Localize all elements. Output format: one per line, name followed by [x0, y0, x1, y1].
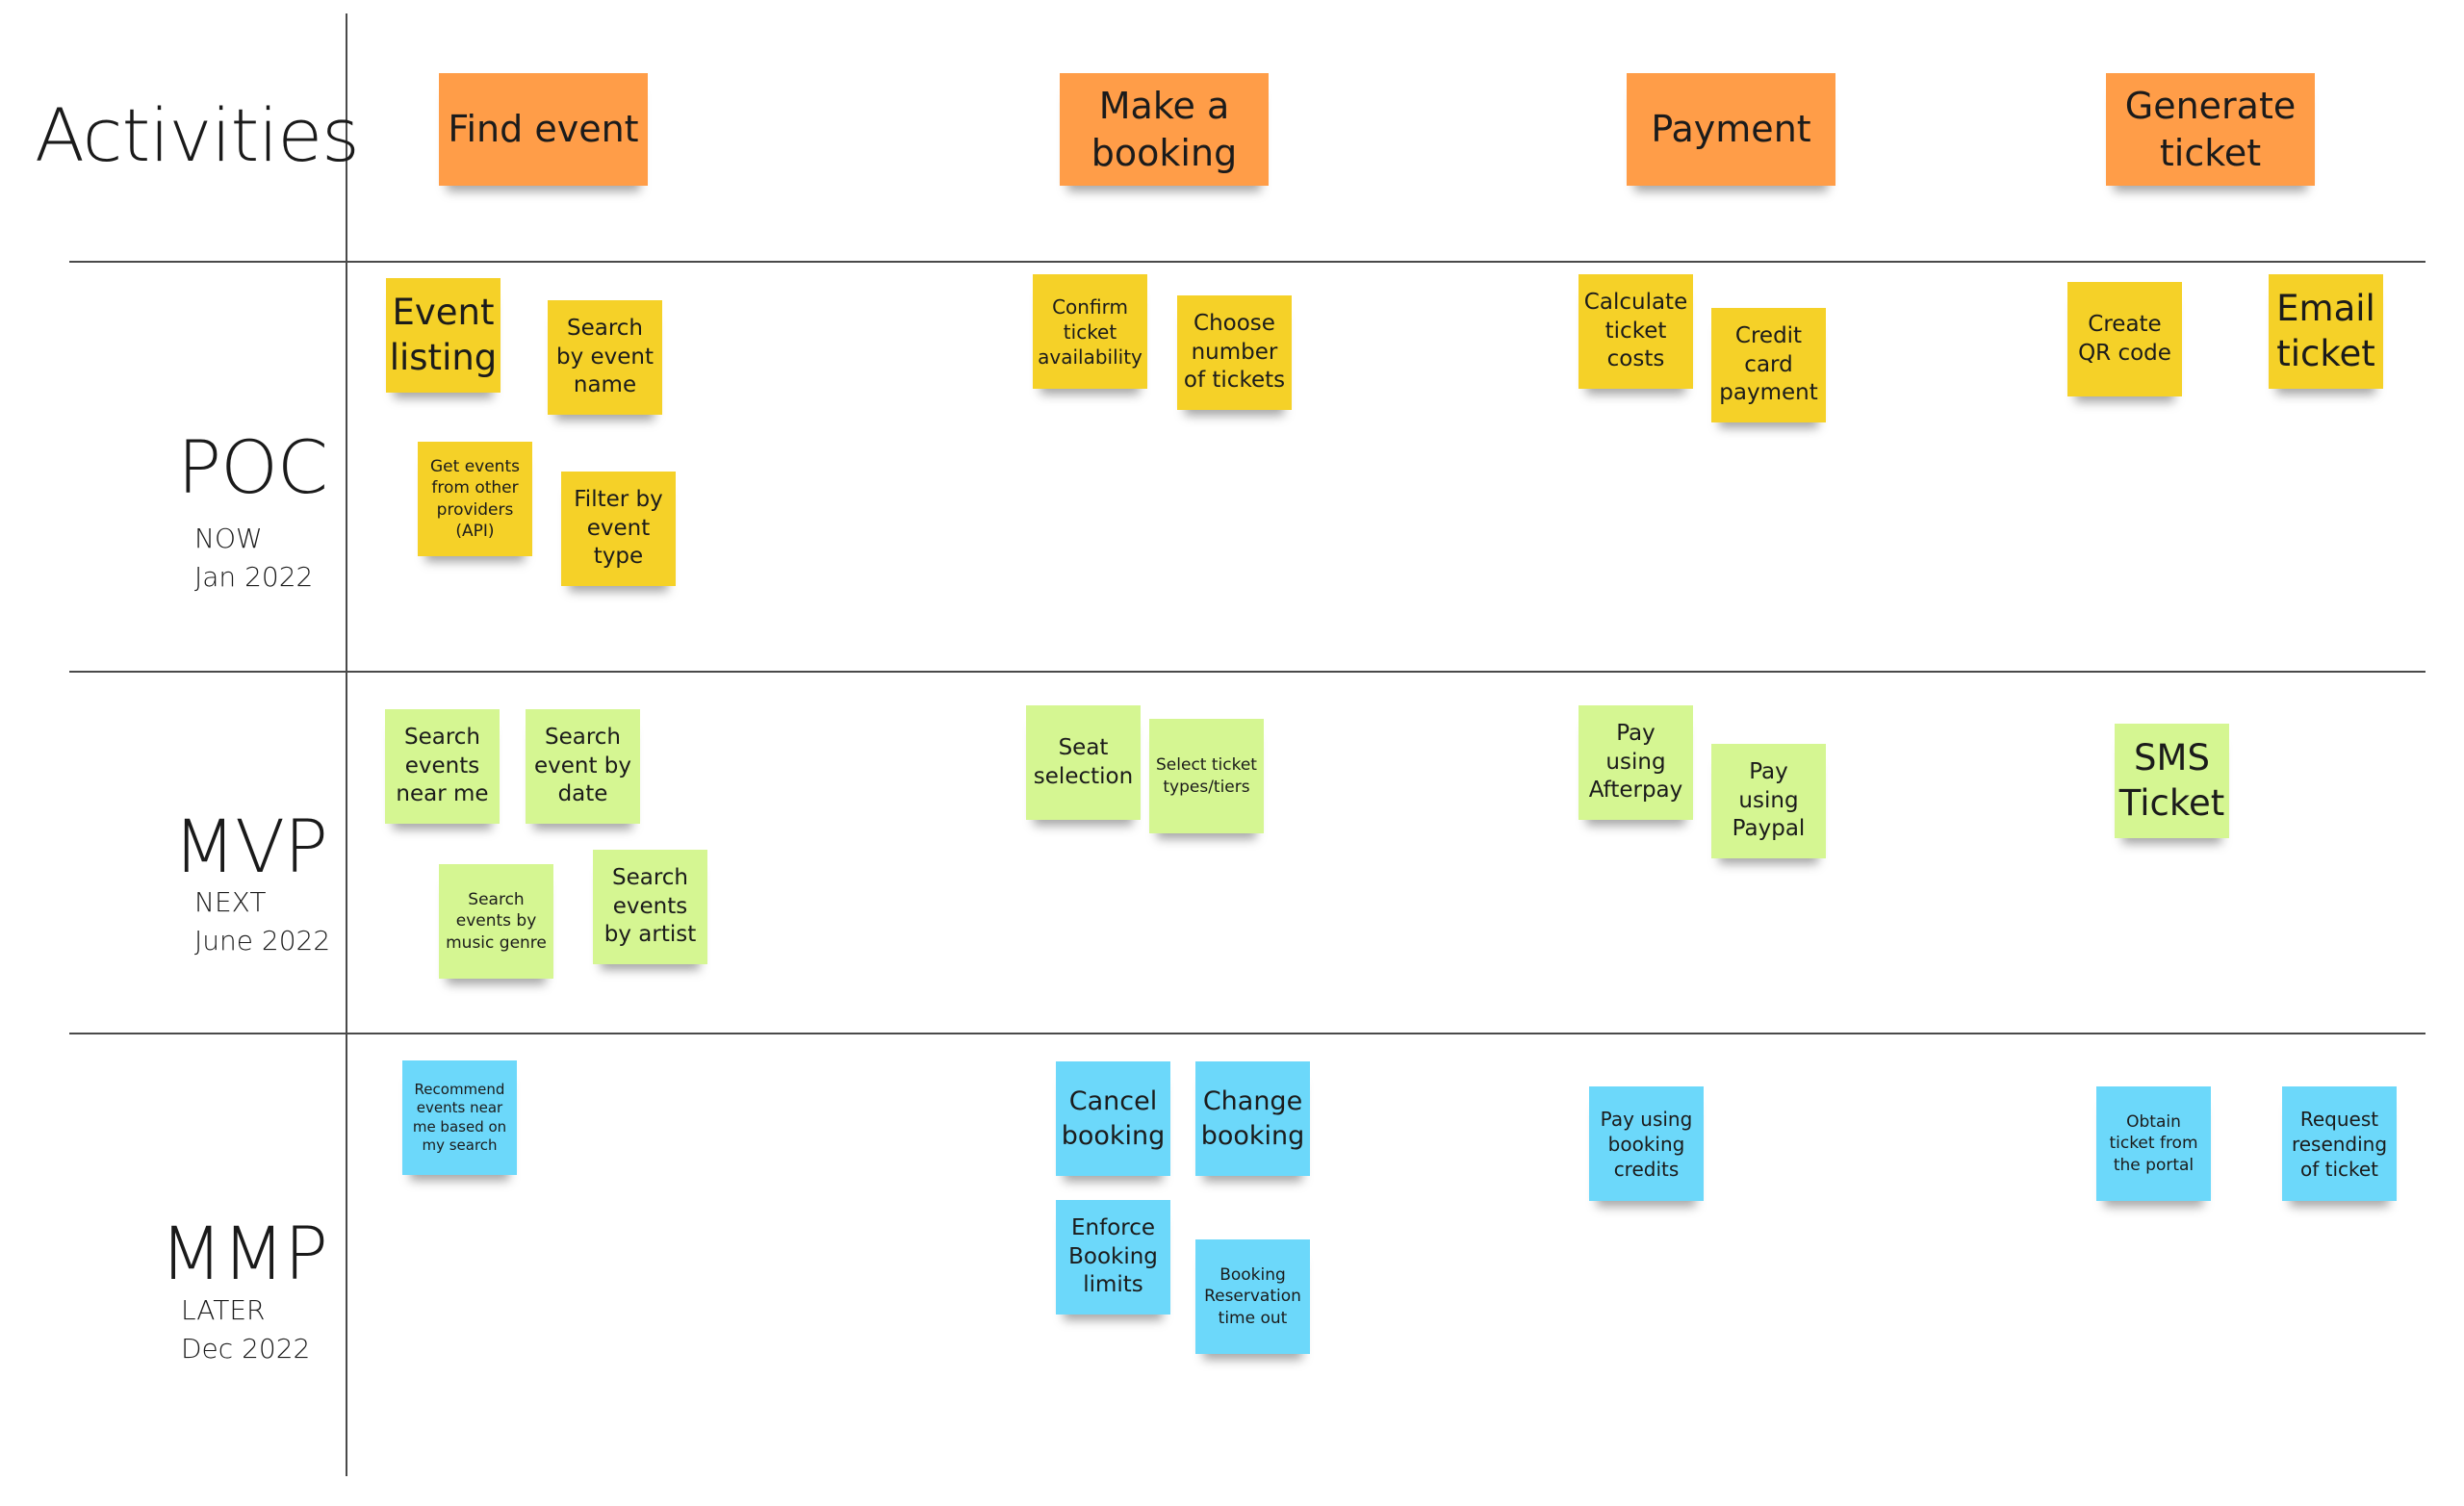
sticky-text: Request resending of ticket [2291, 1107, 2388, 1181]
sticky-text: Calculate ticket costs [1583, 289, 1688, 372]
poc-sticky-email-ticket[interactable]: Email ticket [2269, 274, 2383, 389]
sticky-text: Event listing [389, 292, 498, 378]
sticky-text: Booking Reservation time out [1204, 1265, 1301, 1328]
activities-row-label: Activities [35, 92, 360, 178]
sticky-text: Seat selection [1033, 734, 1134, 789]
poc-sticky-filter-by-type[interactable]: Filter by event type [561, 472, 676, 586]
mvp-sticky-search-by-genre[interactable]: Search events by music genre [439, 864, 553, 979]
activity-sticky-generate-ticket[interactable]: Generate ticket [2106, 73, 2315, 186]
mvp-sticky-afterpay[interactable]: Pay using Afterpay [1578, 705, 1693, 820]
row-divider-mvp [69, 1033, 2426, 1034]
release-when-poc: NOW [194, 523, 263, 554]
activity-sticky-find-event[interactable]: Find event [439, 73, 648, 186]
poc-sticky-calculate-costs[interactable]: Calculate ticket costs [1578, 274, 1693, 389]
mmp-sticky-change-booking[interactable]: Change booking [1195, 1061, 1310, 1176]
sticky-text: SMS Ticket [2118, 737, 2225, 824]
sticky-text: Confirm ticket availability [1038, 294, 1142, 369]
poc-sticky-search-by-name[interactable]: Search by event name [548, 300, 662, 415]
sticky-text: Change booking [1200, 1086, 1305, 1151]
row-divider-activities [69, 261, 2426, 263]
mvp-sticky-ticket-tiers[interactable]: Select ticket types/tiers [1149, 719, 1264, 833]
mmp-sticky-request-resend[interactable]: Request resending of ticket [2282, 1086, 2397, 1201]
sticky-text: Create QR code [2078, 311, 2171, 366]
sticky-text: Search events near me [396, 724, 489, 807]
release-label-mmp: MMP [160, 1211, 328, 1296]
sticky-text: Select ticket types/tiers [1156, 755, 1257, 797]
sticky-text: Email ticket [2276, 288, 2375, 374]
mmp-sticky-obtain-from-portal[interactable]: Obtain ticket from the portal [2096, 1086, 2211, 1201]
sticky-text: Payment [1651, 108, 1811, 151]
poc-sticky-confirm-availability[interactable]: Confirm ticket availability [1033, 274, 1147, 389]
row-divider-poc [69, 671, 2426, 673]
sticky-text: Enforce Booking limits [1068, 1214, 1158, 1298]
sticky-text: Pay using booking credits [1600, 1107, 1693, 1181]
release-when-mvp: NEXT [194, 886, 267, 918]
mmp-sticky-cancel-booking[interactable]: Cancel booking [1056, 1061, 1170, 1176]
sticky-text: Find event [448, 108, 639, 151]
release-label-poc: POC [177, 424, 328, 510]
sticky-text: Make a booking [1091, 84, 1238, 174]
sticky-text: Credit card payment [1719, 322, 1818, 406]
release-when-mmp: LATER [181, 1294, 266, 1326]
mvp-sticky-search-near-me[interactable]: Search events near me [385, 709, 500, 824]
mvp-sticky-paypal[interactable]: Pay using Paypal [1711, 744, 1826, 858]
release-date-mmp: Dec 2022 [181, 1333, 311, 1365]
sticky-text: Search events by artist [603, 864, 697, 948]
column-divider [346, 13, 347, 1476]
mmp-sticky-enforce-limits[interactable]: Enforce Booking limits [1056, 1200, 1170, 1315]
poc-sticky-get-events-api[interactable]: Get events from other providers (API) [418, 442, 532, 556]
activity-sticky-payment[interactable]: Payment [1627, 73, 1835, 186]
sticky-text: Search events by music genre [446, 890, 547, 953]
mvp-sticky-seat-selection[interactable]: Seat selection [1026, 705, 1141, 820]
sticky-text: Choose number of tickets [1183, 310, 1286, 394]
sticky-text: Search by event name [555, 315, 654, 398]
sticky-text: Recommend events near me based on my sea… [412, 1080, 507, 1155]
poc-sticky-create-qr[interactable]: Create QR code [2067, 282, 2182, 396]
mmp-sticky-recommend-events[interactable]: Recommend events near me based on my sea… [402, 1060, 517, 1175]
sticky-text: Cancel booking [1061, 1086, 1166, 1151]
mmp-sticky-booking-credits[interactable]: Pay using booking credits [1589, 1086, 1704, 1201]
mvp-sticky-search-by-artist[interactable]: Search events by artist [593, 850, 707, 964]
mvp-sticky-sms-ticket[interactable]: SMS Ticket [2115, 724, 2229, 838]
release-date-mvp: June 2022 [194, 925, 331, 957]
sticky-text: Get events from other providers (API) [430, 457, 520, 541]
sticky-text: Obtain ticket from the portal [2109, 1112, 2198, 1175]
sticky-text: Search event by date [533, 724, 632, 807]
release-date-poc: Jan 2022 [194, 561, 314, 593]
poc-sticky-choose-number[interactable]: Choose number of tickets [1177, 295, 1292, 410]
mmp-sticky-reservation-timeout[interactable]: Booking Reservation time out [1195, 1239, 1310, 1354]
sticky-text: Pay using Afterpay [1588, 720, 1683, 804]
activity-sticky-make-booking[interactable]: Make a booking [1060, 73, 1269, 186]
poc-sticky-credit-card[interactable]: Credit card payment [1711, 308, 1826, 422]
sticky-text: Filter by event type [574, 486, 663, 570]
release-label-mvp: MVP [172, 804, 328, 889]
poc-sticky-event-listing[interactable]: Event listing [386, 278, 500, 393]
mvp-sticky-search-by-date[interactable]: Search event by date [526, 709, 640, 824]
sticky-text: Generate ticket [2124, 84, 2297, 174]
sticky-text: Pay using Paypal [1732, 758, 1806, 842]
